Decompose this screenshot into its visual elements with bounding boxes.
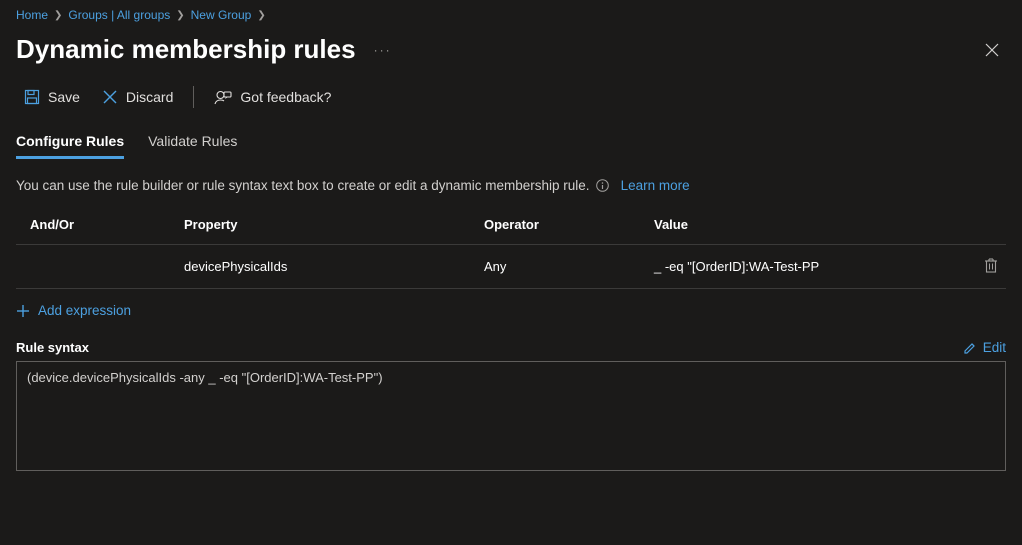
close-button[interactable]	[978, 36, 1006, 64]
trash-icon	[984, 257, 998, 273]
tabs: Configure Rules Validate Rules	[16, 123, 1006, 160]
cell-and-or[interactable]	[16, 245, 176, 289]
breadcrumb: Home ❯ Groups | All groups ❯ New Group ❯	[0, 0, 1022, 26]
rule-builder-table: And/Or Property Operator Value devicePhy…	[16, 207, 1006, 289]
edit-rule-syntax-button[interactable]: Edit	[963, 340, 1006, 355]
edit-label: Edit	[983, 340, 1006, 355]
feedback-icon	[214, 89, 232, 105]
save-button[interactable]: Save	[16, 85, 88, 109]
tab-configure-rules[interactable]: Configure Rules	[16, 129, 124, 159]
cell-value[interactable]: _ -eq "[OrderID]:WA-Test-PP	[646, 245, 966, 289]
breadcrumb-home[interactable]: Home	[16, 8, 48, 22]
chevron-right-icon: ❯	[176, 10, 184, 21]
more-actions-button[interactable]: ···	[374, 43, 392, 57]
chevron-right-icon: ❯	[257, 10, 265, 21]
breadcrumb-groups[interactable]: Groups | All groups	[68, 8, 170, 22]
cell-operator[interactable]: Any	[476, 245, 646, 289]
discard-label: Discard	[126, 89, 173, 105]
plus-icon	[16, 304, 30, 318]
feedback-label: Got feedback?	[240, 89, 331, 105]
info-icon[interactable]	[596, 179, 609, 192]
rule-syntax-header: Rule syntax Edit	[16, 340, 1006, 355]
page-title: Dynamic membership rules	[16, 34, 356, 65]
save-label: Save	[48, 89, 80, 105]
header-value: Value	[646, 207, 966, 245]
edit-icon	[963, 341, 977, 355]
feedback-button[interactable]: Got feedback?	[206, 85, 339, 109]
discard-button[interactable]: Discard	[94, 85, 181, 109]
description-text: You can use the rule builder or rule syn…	[16, 178, 590, 193]
header-property: Property	[176, 207, 476, 245]
header-and-or: And/Or	[16, 207, 176, 245]
close-icon	[985, 43, 999, 57]
delete-row-button[interactable]	[984, 257, 998, 273]
add-expression-button[interactable]: Add expression	[16, 289, 131, 332]
discard-icon	[102, 89, 118, 105]
table-row: devicePhysicalIds Any _ -eq "[OrderID]:W…	[16, 245, 1006, 289]
rule-syntax-textbox[interactable]	[16, 361, 1006, 471]
title-row: Dynamic membership rules ···	[0, 26, 1022, 85]
chevron-right-icon: ❯	[54, 10, 62, 21]
toolbar: Save Discard Got feedback?	[0, 85, 1022, 123]
save-icon	[24, 89, 40, 105]
tab-validate-rules[interactable]: Validate Rules	[148, 129, 237, 159]
learn-more-link[interactable]: Learn more	[621, 178, 690, 193]
cell-property[interactable]: devicePhysicalIds	[176, 245, 476, 289]
toolbar-divider	[193, 86, 194, 108]
add-expression-label: Add expression	[38, 303, 131, 318]
rule-syntax-label: Rule syntax	[16, 340, 89, 355]
breadcrumb-new-group[interactable]: New Group	[191, 8, 252, 22]
description: You can use the rule builder or rule syn…	[16, 160, 1006, 207]
header-operator: Operator	[476, 207, 646, 245]
